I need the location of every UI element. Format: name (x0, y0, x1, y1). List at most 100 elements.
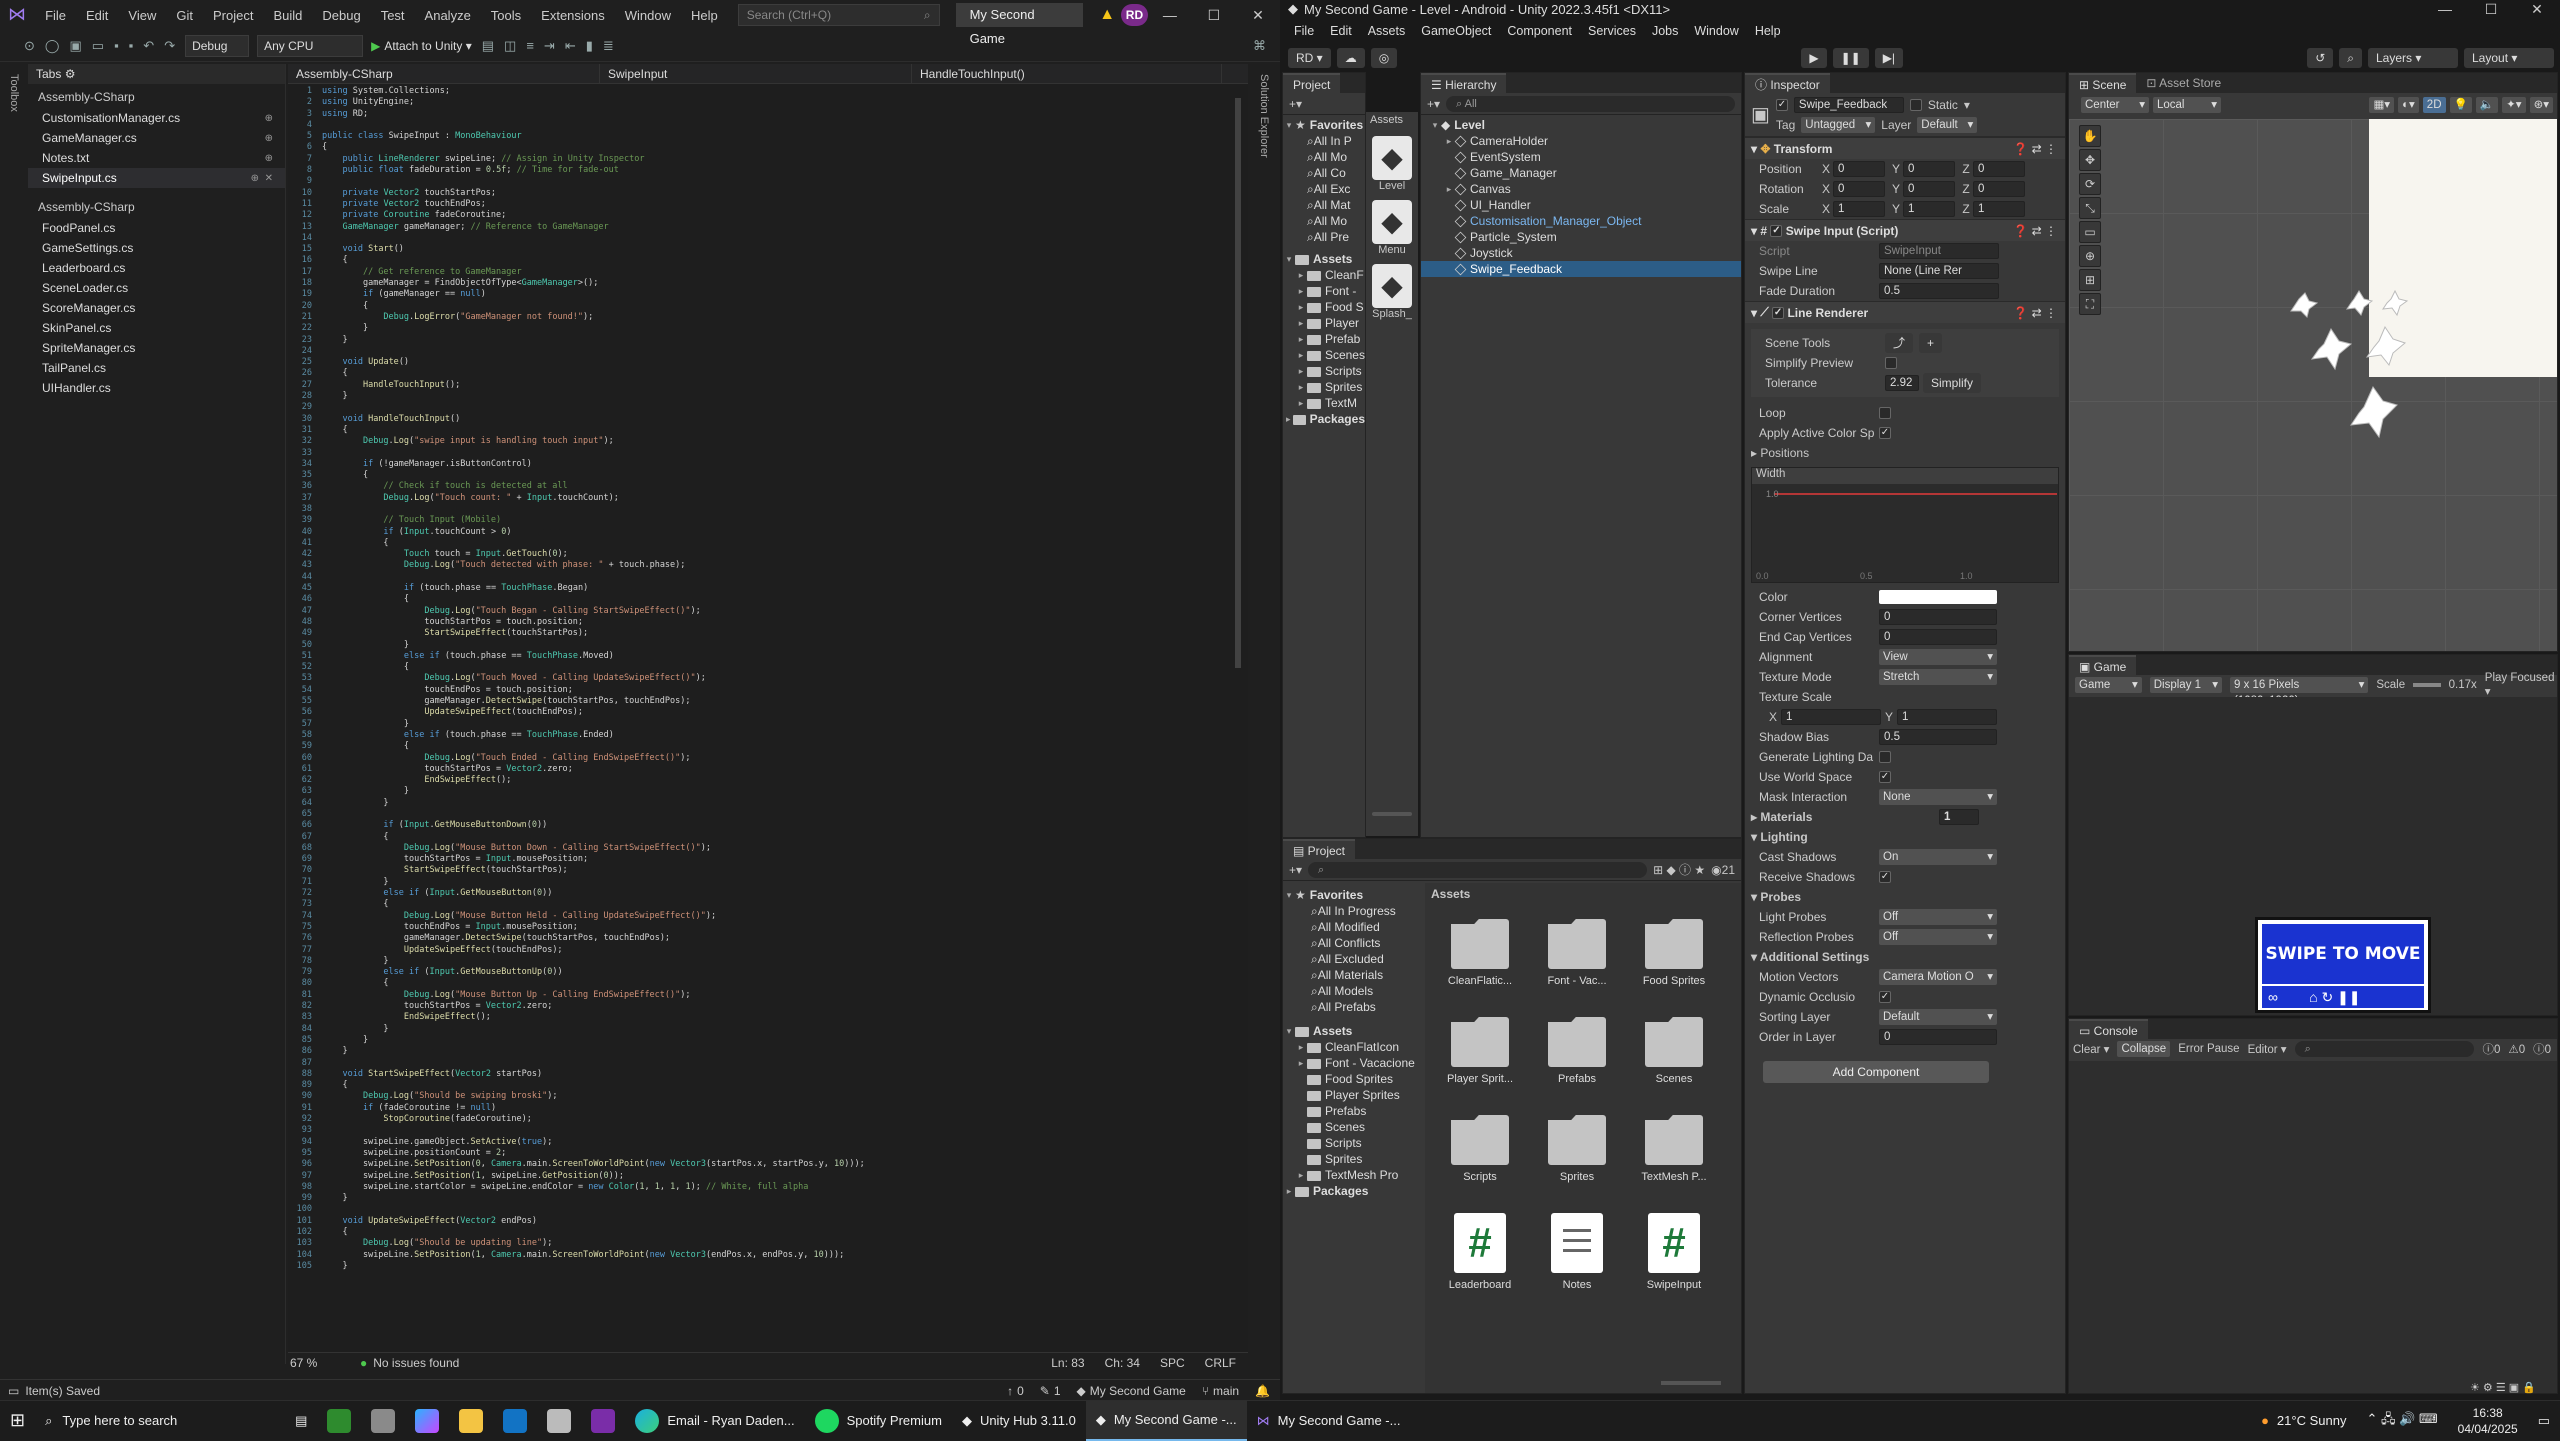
task-view-icon[interactable]: ▤ (285, 1401, 317, 1441)
bookmark-icon[interactable]: ▮ (586, 38, 593, 54)
code-line[interactable]: 74 Debug.Log("Mouse Button Held - Callin… (288, 911, 1248, 922)
folder-asset[interactable]: Food Sprites (1629, 919, 1719, 987)
pos-y-field[interactable]: 0 (1903, 161, 1955, 177)
asset-folder[interactable]: ▸ Player (1283, 315, 1365, 331)
tab-item[interactable]: UIHandler.cs (28, 378, 285, 398)
code-line[interactable]: 1 using System.Collections; (288, 86, 1248, 97)
code-line[interactable]: 92 StopCoroutine(fadeCoroutine); (288, 1114, 1248, 1125)
code-line[interactable]: 94 swipeLine.gameObject.SetActive(true); (288, 1137, 1248, 1148)
tab-item[interactable]: Leaderboard.cs (28, 258, 285, 278)
swipe-line-field[interactable]: None (Line Rer (1879, 263, 1999, 279)
code-line[interactable]: 44 (288, 572, 1248, 583)
nav-project[interactable]: Assembly-CSharp (288, 63, 600, 84)
folder-asset[interactable]: Sprites (1532, 1115, 1622, 1183)
tab-item[interactable]: GameManager.cs ⊕ (28, 128, 285, 148)
taskbar-app-unity-editor[interactable]: ◆ My Second Game -... (1085, 1400, 1247, 1441)
notification-icon[interactable]: 🔔 (1255, 1384, 1270, 1398)
texture-mode-dropdown[interactable]: Stretch ▾ (1879, 669, 1997, 685)
asset-folder[interactable]: ▸ CleanF (1283, 267, 1365, 283)
audio-icon[interactable]: 🔈 (2475, 97, 2499, 113)
notifications-icon[interactable]: ▭ (2528, 1401, 2560, 1441)
menu-git[interactable]: Git (166, 8, 203, 23)
mode-2d-toggle[interactable]: 2D (2422, 97, 2446, 113)
code-line[interactable]: 75 touchEndPos = Input.mousePosition; (288, 922, 1248, 933)
favorite-item[interactable]: ⌕ All Models (1283, 983, 1423, 999)
folder-asset[interactable]: CleanFlatic... (1435, 919, 1525, 987)
code-line[interactable]: 69 touchStartPos = Input.mousePosition; (288, 854, 1248, 865)
collapse-toggle[interactable]: Collapse (2117, 1041, 2171, 1057)
code-line[interactable]: 41 { (288, 538, 1248, 549)
light-probes-dropdown[interactable]: Off ▾ (1879, 909, 1997, 925)
code-line[interactable]: 28 } (288, 391, 1248, 402)
favorite-item[interactable]: ⌕ All In Progress (1283, 903, 1423, 919)
taskbar-app-spotify[interactable]: Spotify Premium (805, 1401, 952, 1441)
code-line[interactable]: 9 (288, 176, 1248, 187)
outlook-icon[interactable] (493, 1401, 537, 1441)
taskbar-app-unity-hub[interactable]: ◆ Unity Hub 3.11.0 (952, 1401, 1086, 1441)
code-line[interactable]: 43 Debug.Log("Touch detected with phase:… (288, 560, 1248, 571)
search-icon[interactable]: ⌕ (2339, 48, 2362, 68)
code-line[interactable]: 11 private Vector2 touchEndPos; (288, 199, 1248, 210)
scrollbar-thumb[interactable] (1235, 98, 1241, 668)
icon-size-slider[interactable] (1661, 1381, 1721, 1385)
editor-scrollbar[interactable] (1232, 86, 1244, 1346)
menu-build[interactable]: Build (263, 8, 312, 23)
code-line[interactable]: 87 (288, 1058, 1248, 1069)
component-menu-icons[interactable]: ❓ ⇄ ⋮ (2013, 224, 2057, 238)
tab-item[interactable]: Notes.txt ⊕ (28, 148, 285, 168)
dynamic-occlusion-checkbox[interactable]: ✓ (1879, 991, 1891, 1003)
indent-icon[interactable]: ⇥ (544, 38, 555, 54)
log-count-toggle[interactable]: ⓘ0 (2482, 1041, 2500, 1057)
resolution-dropdown[interactable]: 9 x 16 Pixels (1080x1920)▾ (2230, 677, 2369, 707)
hierarchy-item[interactable]: Swipe_Feedback (1421, 261, 1741, 277)
pin-close-icons[interactable]: ⊕ ✕ (251, 173, 273, 184)
solution-explorer-strip[interactable]: Solution Explorer (1250, 64, 1280, 1364)
console-search[interactable]: ⌕ (2294, 1041, 2475, 1057)
code-line[interactable]: 51 else if (touch.phase == TouchPhase.Mo… (288, 651, 1248, 662)
code-line[interactable]: 76 gameManager.DetectSwipe(touchStartPos… (288, 933, 1248, 944)
code-line[interactable]: 100 (288, 1204, 1248, 1215)
order-in-layer-field[interactable]: 0 (1879, 1029, 1997, 1045)
code-line[interactable]: 81 Debug.Log("Mouse Button Up - Calling … (288, 990, 1248, 1001)
tab-item[interactable]: SpriteManager.cs (28, 338, 285, 358)
repo-name[interactable]: My Second Game (1090, 1384, 1186, 1398)
grid-snap-icon[interactable]: ▦▾ (2369, 97, 2395, 113)
texture-scale-y[interactable]: 1 (1897, 709, 1997, 725)
unity-menu-edit[interactable]: Edit (1322, 24, 1360, 38)
line-renderer-header[interactable]: ▾ ⟋ ✓ Line Renderer ❓ ⇄ ⋮ (1745, 301, 2065, 323)
file-asset[interactable]: Notes (1532, 1213, 1622, 1291)
code-line[interactable]: 64 } (288, 798, 1248, 809)
simplify-preview-checkbox[interactable] (1885, 357, 1897, 369)
favorite-item[interactable]: ⌕ All Mo (1283, 213, 1365, 229)
tab-asset-store[interactable]: ⊡ Asset Store (2136, 73, 2232, 93)
space-dropdown[interactable]: Local ▾ (2153, 97, 2221, 113)
code-line[interactable]: 102 { (288, 1227, 1248, 1238)
code-line[interactable]: 85 } (288, 1035, 1248, 1046)
cloud-icon[interactable]: ☁ (1336, 48, 1365, 68)
code-line[interactable]: 97 swipeLine.SetPosition(1, swipeLine.Ge… (288, 1171, 1248, 1182)
console-log-area[interactable] (2069, 1061, 2557, 1393)
packages-folder[interactable]: ▸ Packages (1283, 411, 1365, 427)
error-pause-toggle[interactable]: Error Pause (2178, 1043, 2239, 1055)
code-line[interactable]: 90 Debug.Log("Should be swiping broski")… (288, 1091, 1248, 1102)
code-line[interactable]: 72 else if (Input.GetMouseButton(0)) (288, 888, 1248, 899)
favorite-item[interactable]: ⌕ All Conflicts (1283, 935, 1423, 951)
toolbox-strip[interactable]: Toolbox (0, 64, 28, 1364)
packages-folder[interactable]: ▸ Packages (1283, 1183, 1423, 1199)
folder-asset[interactable]: Prefabs (1532, 1017, 1622, 1085)
code-line[interactable]: 49 StartSwipeEffect(touchStartPos); (288, 628, 1248, 639)
warning-icon[interactable]: ▲ (1099, 6, 1115, 24)
xbox-app-icon[interactable] (317, 1401, 361, 1441)
taskbar-search[interactable]: ⌕ Type here to search (35, 1401, 285, 1441)
code-line[interactable]: 39 // Touch Input (Mobile) (288, 515, 1248, 526)
code-line[interactable]: 78 } (288, 956, 1248, 967)
code-line[interactable]: 61 touchStartPos = Vector2.zero; (288, 764, 1248, 775)
step-button[interactable]: ▶| (1874, 48, 1904, 68)
menu-window[interactable]: Window (615, 8, 681, 23)
error-count-toggle[interactable]: ⓘ0 (2533, 1041, 2551, 1057)
nav-member[interactable]: HandleTouchInput() (912, 63, 1222, 84)
active-checkbox[interactable]: ✓ (1775, 98, 1788, 111)
code-line[interactable]: 98 swipeLine.startColor = swipeLine.endC… (288, 1182, 1248, 1193)
favorite-item[interactable]: ⌕ All Excluded (1283, 951, 1423, 967)
tab-game[interactable]: ▣ Game (2069, 655, 2137, 675)
